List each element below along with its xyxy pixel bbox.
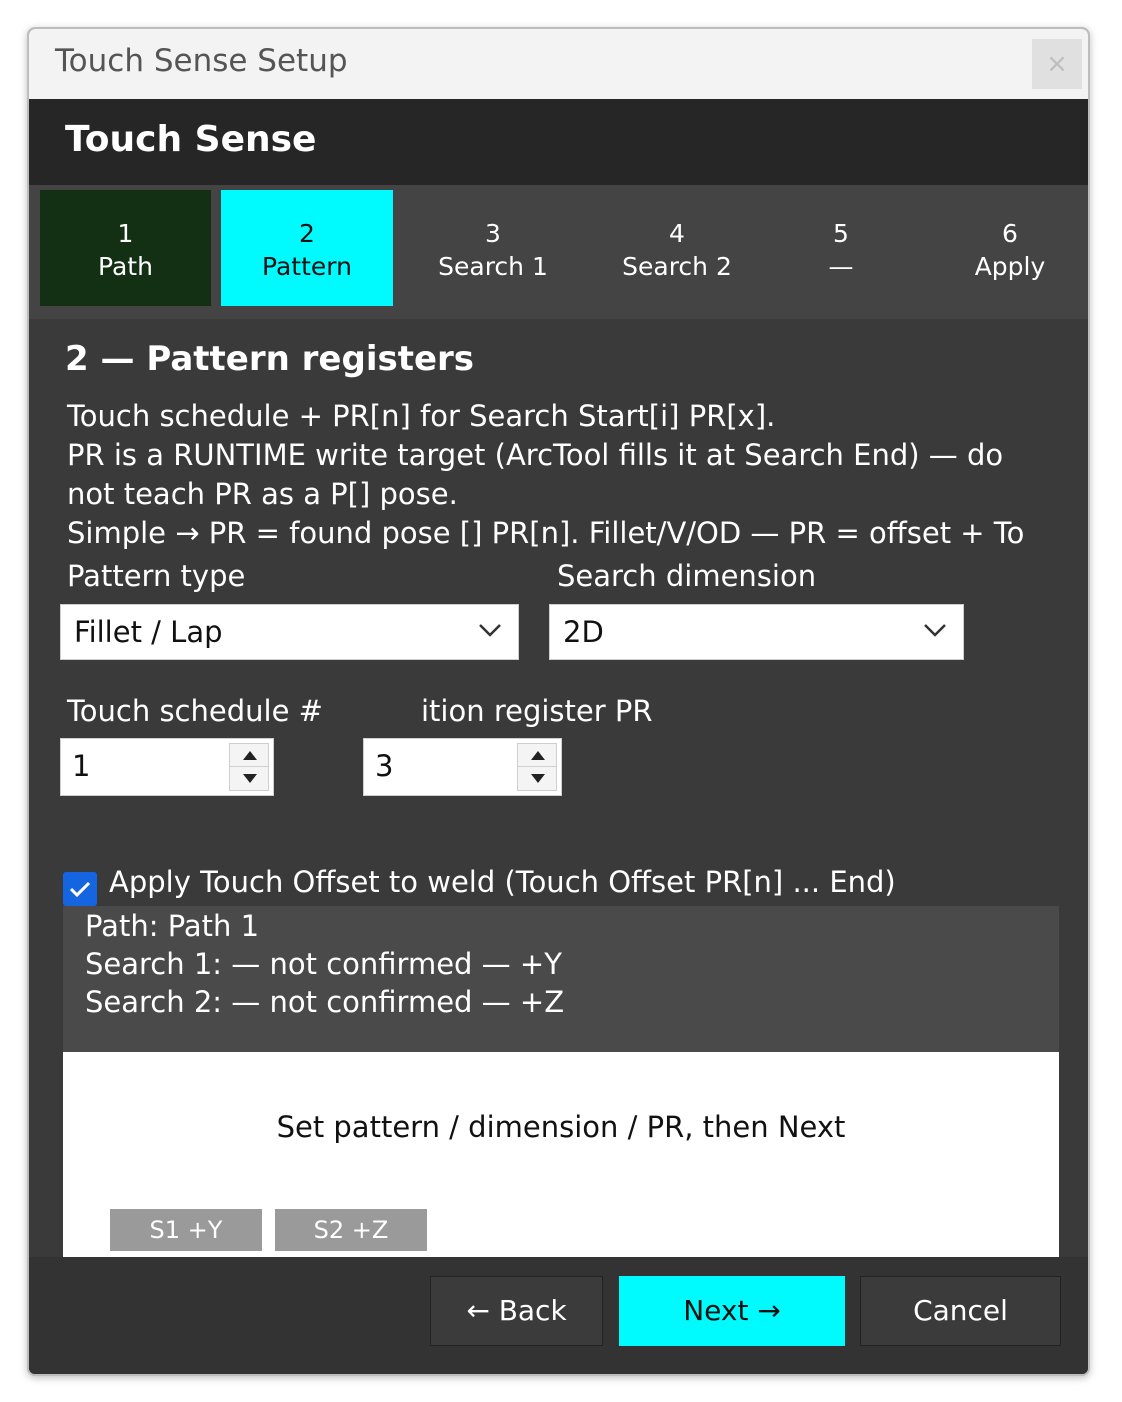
tab-apply[interactable]: 6 Apply bbox=[929, 190, 1088, 306]
cancel-button[interactable]: Cancel bbox=[860, 1276, 1061, 1346]
tab-label: Search 1 bbox=[438, 252, 548, 281]
chevron-down-icon bbox=[924, 624, 946, 637]
increment-button[interactable] bbox=[230, 744, 268, 767]
spinner-buttons bbox=[517, 743, 557, 791]
pattern-type-select[interactable]: Fillet / Lap bbox=[60, 604, 519, 660]
touch-schedule-label: Touch schedule # bbox=[67, 694, 323, 728]
tab-path[interactable]: 1 Path bbox=[40, 190, 211, 306]
search-dimension-value: 2D bbox=[563, 615, 604, 649]
tab-5[interactable]: 5 — bbox=[771, 190, 911, 306]
spinner-buttons bbox=[229, 743, 269, 791]
search-2-chip: S2 +Z bbox=[275, 1209, 427, 1251]
section-title: 2 — Pattern registers bbox=[65, 339, 475, 379]
chevron-down-icon bbox=[479, 624, 501, 637]
footer: ← Back Next → Cancel bbox=[29, 1257, 1088, 1374]
apply-offset-checkbox[interactable] bbox=[63, 872, 97, 906]
window-title: Touch Sense Setup bbox=[55, 43, 348, 79]
decrement-button[interactable] bbox=[230, 767, 268, 790]
description-line: PR is a RUNTIME write target (ArcTool fi… bbox=[67, 438, 1004, 472]
decrement-button[interactable] bbox=[518, 767, 556, 790]
pattern-type-value: Fillet / Lap bbox=[74, 615, 223, 649]
search-1-chip: S1 +Y bbox=[110, 1209, 262, 1251]
tab-label: — bbox=[828, 252, 854, 281]
tab-label: Apply bbox=[974, 252, 1046, 281]
summary-path: Path: Path 1 bbox=[85, 909, 260, 943]
title-bar: Touch Sense Setup × bbox=[29, 29, 1088, 99]
description-line: Simple → PR = found pose [] PR[n]. Fille… bbox=[67, 516, 1025, 550]
increment-button[interactable] bbox=[518, 744, 556, 767]
touch-schedule-value: 1 bbox=[72, 749, 91, 783]
next-button[interactable]: Next → bbox=[619, 1276, 845, 1346]
status-summary: Path: Path 1 Search 1: — not confirmed —… bbox=[63, 906, 1059, 1052]
checkmark-icon bbox=[69, 881, 91, 898]
tab-number: 5 bbox=[833, 219, 849, 248]
close-button[interactable]: × bbox=[1032, 39, 1082, 89]
spin-down-icon bbox=[243, 774, 257, 783]
touch-sense-dialog: Touch Sense Setup × Touch Sense 1 Path 2… bbox=[27, 27, 1090, 1376]
search-dimension-label: Search dimension bbox=[557, 559, 817, 593]
pattern-type-label: Pattern type bbox=[67, 559, 246, 593]
close-icon: × bbox=[1046, 49, 1068, 79]
search-dimension-select[interactable]: 2D bbox=[549, 604, 964, 660]
summary-search-2: Search 2: — not confirmed — +Z bbox=[85, 985, 565, 1019]
tab-pattern[interactable]: 2 Pattern bbox=[221, 190, 393, 306]
tab-label: Path bbox=[98, 252, 153, 281]
preview-canvas: Set pattern / dimension / PR, then Next … bbox=[63, 1052, 1059, 1268]
tab-number: 2 bbox=[299, 219, 315, 248]
spin-up-icon bbox=[243, 751, 257, 760]
tab-number: 6 bbox=[1002, 219, 1018, 248]
tab-number: 1 bbox=[117, 219, 134, 248]
summary-search-1: Search 1: — not confirmed — +Y bbox=[85, 947, 562, 981]
header: Touch Sense bbox=[29, 99, 1088, 185]
tab-search-2[interactable]: 4 Search 2 bbox=[585, 190, 769, 306]
position-register-value: 3 bbox=[375, 749, 394, 783]
tab-label: Pattern bbox=[262, 252, 352, 281]
preview-message: Set pattern / dimension / PR, then Next bbox=[276, 1110, 846, 1144]
tab-number: 3 bbox=[485, 219, 501, 248]
position-register-label: ition register PR bbox=[421, 694, 653, 728]
header-title: Touch Sense bbox=[65, 119, 317, 160]
description-line: Touch schedule + PR[n] for Search Start[… bbox=[67, 399, 776, 433]
position-register-spinner[interactable]: 3 bbox=[363, 738, 562, 796]
touch-schedule-spinner[interactable]: 1 bbox=[60, 738, 274, 796]
spin-down-icon bbox=[531, 774, 545, 783]
spin-up-icon bbox=[531, 751, 545, 760]
wizard-tabs: 1 Path 2 Pattern 3 Search 1 4 Search 2 5… bbox=[29, 185, 1088, 319]
tab-label: Search 2 bbox=[622, 252, 732, 281]
back-button[interactable]: ← Back bbox=[430, 1276, 603, 1346]
tab-search-1[interactable]: 3 Search 1 bbox=[403, 190, 583, 306]
description-line: not teach PR as a P[] pose. bbox=[67, 477, 458, 511]
tab-number: 4 bbox=[669, 219, 685, 248]
apply-offset-label[interactable]: Apply Touch Offset to weld (Touch Offset… bbox=[109, 865, 896, 899]
